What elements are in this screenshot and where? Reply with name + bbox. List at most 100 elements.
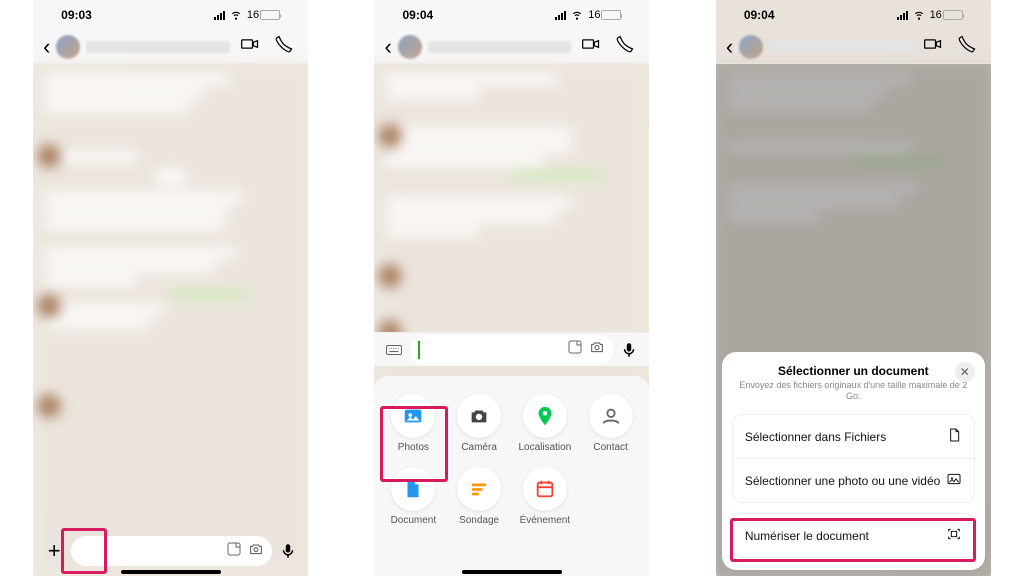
attachment-label: Photos xyxy=(398,442,429,453)
photos-icon xyxy=(391,394,435,438)
audio-call-icon[interactable] xyxy=(270,34,298,59)
attachment-event[interactable]: Événement xyxy=(514,463,576,530)
battery-icon xyxy=(601,10,621,20)
contact-avatar[interactable] xyxy=(56,35,80,59)
attachment-grid: Photos Caméra Localisation xyxy=(382,390,641,530)
composer: + xyxy=(33,534,308,568)
pick-photo-video[interactable]: Sélectionner une photo ou une vidéo xyxy=(733,458,974,502)
chat-body: + xyxy=(33,64,308,576)
row-label: Sélectionner une photo ou une vidéo xyxy=(745,474,941,488)
poll-icon xyxy=(457,467,501,511)
battery-icon xyxy=(943,10,963,20)
video-call-icon[interactable] xyxy=(577,34,605,59)
contact-avatar[interactable] xyxy=(739,35,763,59)
attachment-label: Document xyxy=(391,515,437,526)
back-chevron-icon[interactable]: ‹ xyxy=(43,34,50,60)
scan-icon xyxy=(946,526,962,545)
status-time: 09:03 xyxy=(61,8,92,22)
status-time: 09:04 xyxy=(402,8,433,22)
status-bar: 09:04 16 xyxy=(716,0,991,30)
sticker-icon[interactable] xyxy=(226,541,242,562)
message-input[interactable] xyxy=(410,335,613,365)
chat-body: ✕ Sélectionner un document Envoyez des f… xyxy=(716,64,991,576)
camera-inline-icon[interactable] xyxy=(589,339,605,360)
status-indicators: 16 xyxy=(214,7,280,24)
back-chevron-icon[interactable]: ‹ xyxy=(384,34,391,60)
cellular-signal-icon xyxy=(214,11,225,20)
sticker-icon[interactable] xyxy=(567,339,583,360)
cellular-signal-icon xyxy=(897,11,908,20)
pick-from-files[interactable]: Sélectionner dans Fichiers xyxy=(733,415,974,458)
messages-blurred xyxy=(33,64,308,576)
video-call-icon[interactable] xyxy=(919,34,947,59)
location-pin-icon xyxy=(523,394,567,438)
battery-indicator: 16 xyxy=(247,9,280,21)
mic-icon[interactable] xyxy=(617,341,641,359)
screenshot-3: 09:04 16 ‹ xyxy=(716,0,991,576)
audio-call-icon[interactable] xyxy=(953,34,981,59)
attachment-document[interactable]: Document xyxy=(382,463,444,530)
composer xyxy=(374,332,649,366)
wifi-icon xyxy=(229,7,243,24)
status-bar: 09:03 16 xyxy=(33,0,308,30)
attachment-photos[interactable]: Photos xyxy=(382,390,444,457)
contact-name-blurred[interactable] xyxy=(769,41,913,53)
message-input[interactable] xyxy=(71,536,272,566)
attachment-label: Caméra xyxy=(461,442,497,453)
wifi-icon xyxy=(912,7,926,24)
battery-indicator: 16 xyxy=(588,9,621,21)
battery-indicator: 16 xyxy=(930,9,963,21)
gallery-icon xyxy=(946,471,962,490)
attachment-label: Sondage xyxy=(459,515,499,526)
close-sheet-button[interactable]: ✕ xyxy=(955,362,975,382)
wifi-icon xyxy=(570,7,584,24)
battery-percent: 16 xyxy=(588,9,600,21)
contact-name-blurred[interactable] xyxy=(428,41,572,53)
back-chevron-icon[interactable]: ‹ xyxy=(726,34,733,60)
picker-group: Sélectionner dans Fichiers Sélectionner … xyxy=(732,414,975,503)
sheet-title: Sélectionner un document xyxy=(732,364,975,378)
attach-plus-button[interactable]: + xyxy=(41,538,67,564)
calendar-icon xyxy=(523,467,567,511)
file-icon xyxy=(946,427,962,446)
status-indicators: 16 xyxy=(897,7,963,24)
row-label: Numériser le document xyxy=(745,529,869,543)
battery-icon xyxy=(260,10,280,20)
battery-percent: 16 xyxy=(247,9,259,21)
camera-icon xyxy=(457,394,501,438)
chat-header: ‹ xyxy=(716,30,991,64)
screenshot-2: 09:04 16 ‹ xyxy=(374,0,649,576)
attachment-location[interactable]: Localisation xyxy=(514,390,576,457)
home-indicator xyxy=(462,570,562,574)
attachment-poll[interactable]: Sondage xyxy=(448,463,510,530)
row-label: Sélectionner dans Fichiers xyxy=(745,430,886,444)
screenshot-1: 09:03 16 ‹ xyxy=(33,0,308,576)
cellular-signal-icon xyxy=(555,11,566,20)
attachment-label: Événement xyxy=(520,515,571,526)
chat-body: Photos Caméra Localisation xyxy=(374,64,649,576)
audio-call-icon[interactable] xyxy=(611,34,639,59)
text-cursor xyxy=(418,341,420,359)
contact-name-blurred[interactable] xyxy=(86,41,230,53)
sheet-subtitle: Envoyez des fichiers originaux d'une tai… xyxy=(732,380,975,403)
scan-group: Numériser le document xyxy=(732,513,975,558)
camera-inline-icon[interactable] xyxy=(248,541,264,562)
keyboard-icon[interactable] xyxy=(382,341,406,359)
document-picker-sheet: ✕ Sélectionner un document Envoyez des f… xyxy=(722,352,985,571)
attachment-sheet: Photos Caméra Localisation xyxy=(374,376,649,576)
contact-icon xyxy=(589,394,633,438)
status-indicators: 16 xyxy=(555,7,621,24)
status-time: 09:04 xyxy=(744,8,775,22)
contact-avatar[interactable] xyxy=(398,35,422,59)
chat-header: ‹ xyxy=(33,30,308,64)
status-bar: 09:04 16 xyxy=(374,0,649,30)
attachment-camera[interactable]: Caméra xyxy=(448,390,510,457)
attachment-label: Contact xyxy=(593,442,627,453)
video-call-icon[interactable] xyxy=(236,34,264,59)
scan-document[interactable]: Numériser le document xyxy=(733,514,974,557)
battery-percent: 16 xyxy=(930,9,942,21)
mic-icon[interactable] xyxy=(276,542,300,560)
attachment-contact[interactable]: Contact xyxy=(580,390,642,457)
home-indicator xyxy=(121,570,221,574)
document-icon xyxy=(391,467,435,511)
